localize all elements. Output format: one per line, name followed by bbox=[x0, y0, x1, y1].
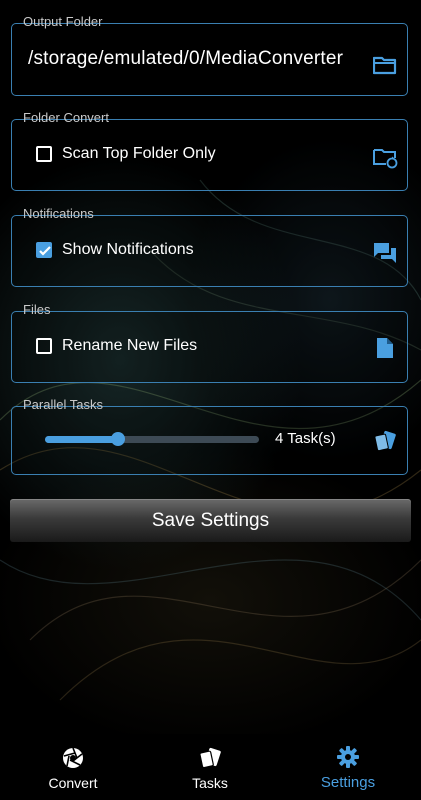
show-notifications-checkbox[interactable] bbox=[36, 242, 52, 258]
folder-convert-legend: Folder Convert bbox=[23, 110, 109, 125]
folder-sync-icon bbox=[373, 147, 399, 174]
folder-convert-group: Folder Convert Scan Top Folder Only bbox=[11, 110, 408, 191]
nav-item-convert[interactable]: Convert bbox=[3, 734, 143, 800]
checkmark-icon bbox=[39, 246, 51, 256]
cards-icon bbox=[198, 746, 224, 775]
nav-label-convert: Convert bbox=[48, 775, 98, 791]
parallel-tasks-slider[interactable] bbox=[45, 432, 259, 446]
folder-icon[interactable] bbox=[372, 55, 397, 80]
output-folder-path[interactable]: /storage/emulated/0/MediaConverter bbox=[28, 48, 358, 70]
files-legend: Files bbox=[23, 302, 51, 317]
scan-top-folder-checkbox[interactable] bbox=[36, 146, 52, 162]
gear-icon bbox=[336, 745, 360, 774]
notifications-group: Notifications Show Notifications bbox=[11, 206, 408, 287]
aperture-icon bbox=[61, 746, 85, 775]
scan-top-folder-label[interactable]: Scan Top Folder Only bbox=[62, 145, 216, 163]
chat-bubbles-icon bbox=[373, 242, 397, 269]
nav-label-settings: Settings bbox=[320, 774, 376, 791]
files-group: Files Rename New Files bbox=[11, 302, 408, 383]
nav-item-tasks[interactable]: Tasks bbox=[140, 734, 280, 800]
rename-new-files-label[interactable]: Rename New Files bbox=[62, 337, 197, 355]
bottom-navigation: Convert Tasks Settings bbox=[0, 734, 421, 800]
nav-label-tasks: Tasks bbox=[192, 775, 228, 791]
file-icon bbox=[376, 337, 394, 364]
output-folder-group: Output Folder /storage/emulated/0/MediaC… bbox=[11, 14, 408, 96]
nav-item-settings[interactable]: Settings bbox=[278, 734, 418, 800]
cards-icon bbox=[373, 429, 399, 458]
parallel-tasks-group: Parallel Tasks 4 Task(s) bbox=[11, 397, 408, 475]
parallel-tasks-value: 4 Task(s) bbox=[275, 430, 336, 447]
parallel-tasks-legend: Parallel Tasks bbox=[23, 397, 103, 412]
slider-thumb[interactable] bbox=[110, 432, 125, 446]
slider-fill bbox=[45, 436, 118, 443]
notifications-legend: Notifications bbox=[23, 206, 94, 221]
save-settings-button[interactable]: Save Settings bbox=[10, 499, 411, 542]
rename-new-files-checkbox[interactable] bbox=[36, 338, 52, 354]
output-folder-legend: Output Folder bbox=[23, 14, 103, 29]
show-notifications-label[interactable]: Show Notifications bbox=[62, 241, 194, 259]
